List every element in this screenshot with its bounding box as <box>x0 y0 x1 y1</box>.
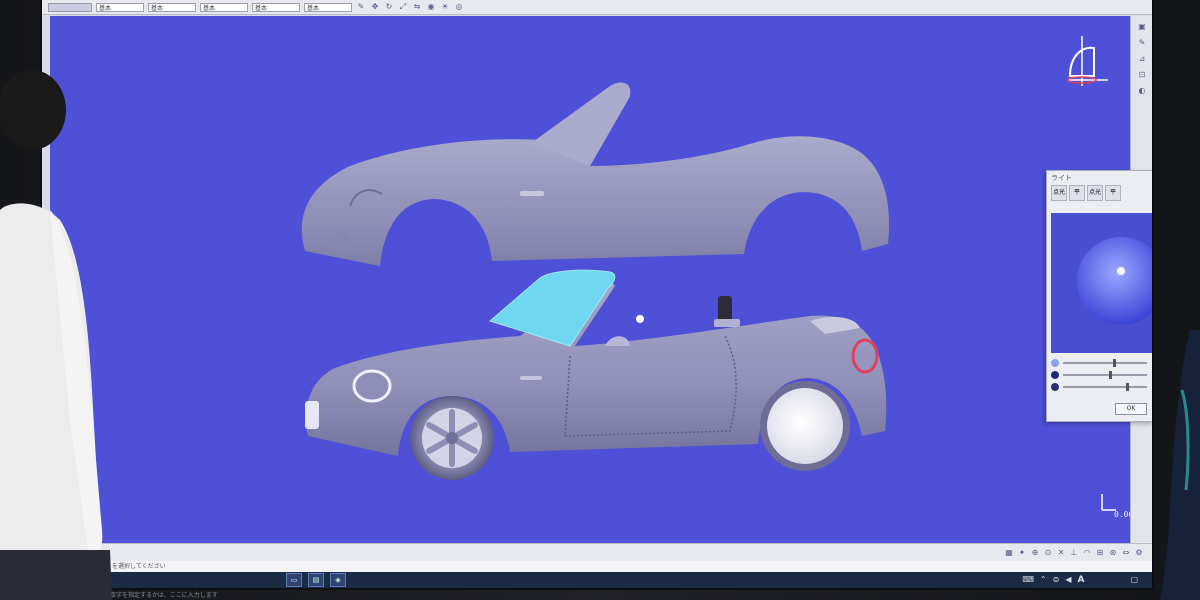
light-dialog-tabs: 点光 平 点光 平 <box>1047 185 1152 201</box>
network-icon[interactable]: ⊜ <box>1053 575 1060 585</box>
cad-application-window: 基本 基本 基本 基本 基本 ✎ ✥ ↻ ⤢ ⇋ ◉ ☀ ◎ 0.0690 ▣ … <box>42 0 1152 588</box>
light-sliders <box>1051 357 1147 393</box>
move-tool-icon[interactable]: ✥ <box>370 2 380 12</box>
ime-indicator[interactable]: A <box>1077 575 1084 585</box>
cad-app-icon[interactable]: ◈ <box>330 573 346 587</box>
shading-icon[interactable]: ◐ <box>1137 86 1147 96</box>
snap-perp-icon[interactable]: ⊥ <box>1069 548 1079 558</box>
ambient-slider[interactable] <box>1051 357 1147 369</box>
light-ok-button[interactable]: OK <box>1115 403 1147 415</box>
light-tool-icon[interactable]: ☀ <box>440 2 450 12</box>
ortho-icon[interactable]: ⊞ <box>1095 548 1105 558</box>
light-dialog-title: ライト <box>1051 174 1072 182</box>
render-tool-icon[interactable]: ◉ <box>426 2 436 12</box>
snap-grid-icon[interactable]: ▦ <box>1004 548 1014 558</box>
view-orientation-gizmo <box>1067 36 1108 86</box>
dim-icon[interactable]: ⇔ <box>1121 548 1131 558</box>
line-weight-combo[interactable]: 基本 <box>148 2 196 12</box>
light-preview[interactable] <box>1051 213 1152 353</box>
view-front-icon[interactable]: ✎ <box>1137 38 1147 48</box>
system-tray: ⌨ ⌃ ⊜ ◀ A ▢ <box>1022 575 1152 585</box>
lower-car-body <box>305 269 887 480</box>
specular-icon <box>1051 383 1059 391</box>
diffuse-icon <box>1051 371 1059 379</box>
scale-tool-icon[interactable]: ⤢ <box>398 2 408 12</box>
upper-body-shell <box>301 82 890 266</box>
command-prompt: 数字を指定するかは、ここに入力します <box>110 592 218 599</box>
layer-combo[interactable] <box>48 2 92 12</box>
style-combo[interactable]: 基本 <box>304 2 352 12</box>
snap-center-icon[interactable]: ⊙ <box>1043 548 1053 558</box>
axis-indicator <box>1101 494 1116 511</box>
rotate-tool-icon[interactable]: ↻ <box>384 2 394 12</box>
specular-slider[interactable] <box>1051 381 1147 393</box>
view-top-icon[interactable]: ▣ <box>1137 22 1147 32</box>
snap-tangent-icon[interactable]: ◠ <box>1082 548 1092 558</box>
snap-mid-icon[interactable]: ⊕ <box>1030 548 1040 558</box>
bottom-snap-toolbar: ▦ ✦ ⊕ ⊙ ✕ ⊥ ◠ ⊞ ⊛ ⇔ ⚙ <box>42 543 1152 561</box>
line-type-combo[interactable]: 基本 <box>96 2 144 12</box>
camera-tool-icon[interactable]: ◎ <box>454 2 464 12</box>
person-left-silhouette <box>0 70 112 600</box>
light-tab-3[interactable]: 点光 <box>1087 185 1103 201</box>
status-message: を選択してください <box>42 561 1152 572</box>
chevron-up-icon[interactable]: ⌃ <box>1040 575 1047 585</box>
snap-intersect-icon[interactable]: ✕ <box>1056 548 1066 558</box>
light-tab-4[interactable]: 平 <box>1105 185 1121 201</box>
car-model-render <box>301 36 1116 511</box>
taskbar: ▭ ▤ ◈ ⌨ ⌃ ⊜ ◀ A ▢ <box>42 572 1152 588</box>
view-iso-icon[interactable]: ⊡ <box>1137 70 1147 80</box>
top-toolbar: 基本 基本 基本 基本 基本 ✎ ✥ ↻ ⤢ ⇋ ◉ ☀ ◎ <box>42 0 1152 15</box>
notification-icon[interactable]: ▢ <box>1130 575 1138 585</box>
snap-point-icon[interactable]: ✦ <box>1017 548 1027 558</box>
task-view-icon[interactable]: ▭ <box>286 573 302 587</box>
explorer-icon[interactable]: ▤ <box>308 573 324 587</box>
light-tab-2[interactable]: 平 <box>1069 185 1085 201</box>
material-combo[interactable]: 基本 <box>252 2 300 12</box>
settings-icon[interactable]: ⚙ <box>1134 548 1144 558</box>
light-tab-1[interactable]: 点光 <box>1051 185 1067 201</box>
person-right-silhouette <box>1160 330 1200 600</box>
keyboard-icon[interactable]: ⌨ <box>1022 575 1034 585</box>
3d-viewport[interactable]: 0.0690 <box>50 16 1143 543</box>
polar-icon[interactable]: ⊛ <box>1108 548 1118 558</box>
volume-icon[interactable]: ◀ <box>1065 575 1071 585</box>
ambient-icon <box>1051 359 1059 367</box>
select-tool-icon[interactable]: ✎ <box>356 2 366 12</box>
light-settings-dialog: ライト 点光 平 点光 平 OK <box>1046 170 1152 422</box>
color-combo[interactable]: 基本 <box>200 2 248 12</box>
diffuse-slider[interactable] <box>1051 369 1147 381</box>
mirror-tool-icon[interactable]: ⇋ <box>412 2 422 12</box>
view-side-icon[interactable]: ⊿ <box>1137 54 1147 64</box>
